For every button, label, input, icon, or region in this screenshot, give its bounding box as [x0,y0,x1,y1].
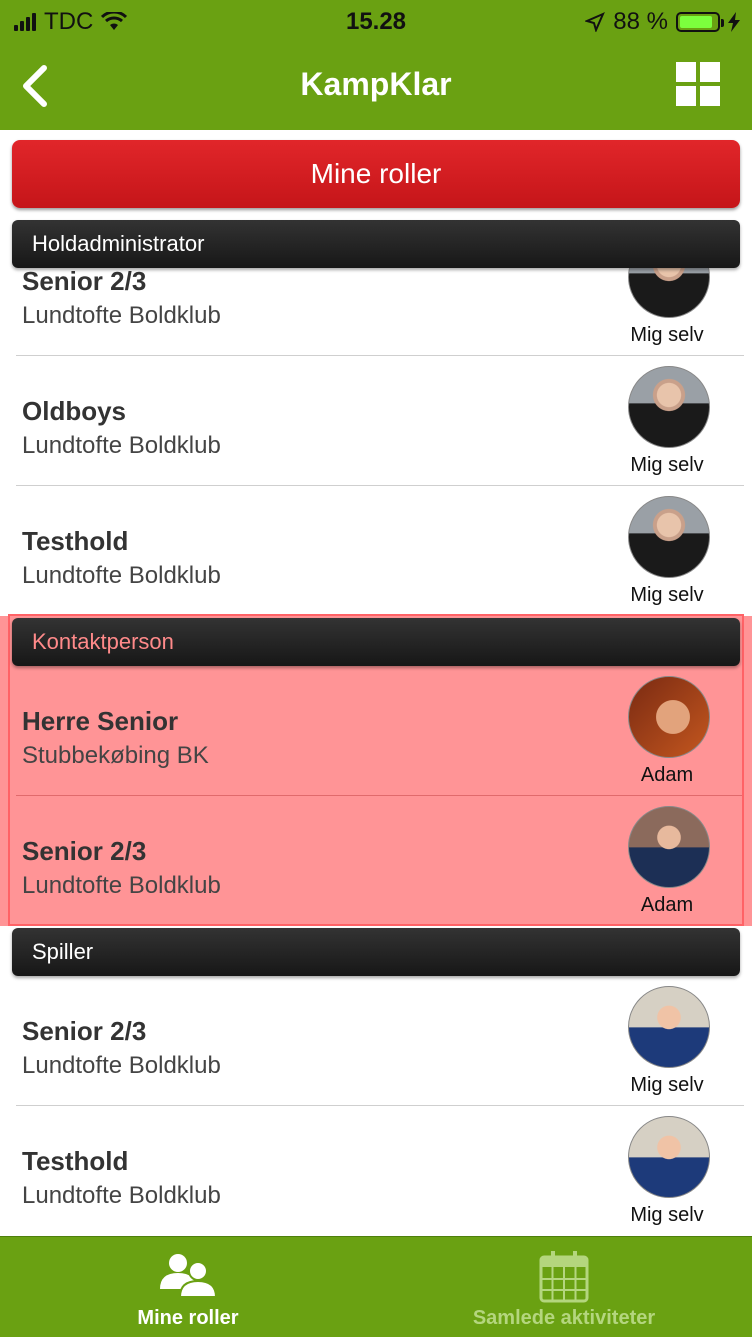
person-name: Mig selv [630,584,704,606]
club-name: Stubbekøbing BK [22,742,209,769]
calendar-icon [539,1251,589,1303]
section-header-kontaktperson: Kontaktperson [12,618,740,666]
list-item[interactable]: Senior 2/3 Lundtofte Boldklub Mig selv [0,976,752,1106]
person-name: Mig selv [630,1074,704,1096]
location-arrow-icon [585,12,606,32]
charging-icon [728,12,740,32]
team-name: Testhold [22,526,129,556]
tab-samlede-aktiviteter[interactable]: Samlede aktiviteter [376,1237,752,1337]
person-name: Mig selv [630,454,704,476]
battery-percent: 88 % [613,8,668,35]
list-item[interactable]: Oldboys Lundtofte Boldklub Mig selv [0,356,752,486]
team-name: Oldboys [22,396,127,426]
avatar [628,806,710,888]
section-header-spiller: Spiller [12,928,740,976]
avatar [628,676,710,758]
person-name: Adam [640,764,694,786]
team-name: Senior 2/3 [22,836,147,866]
avatar [628,366,710,448]
club-name: Lundtofte Boldklub [22,1052,221,1079]
club-name: Lundtofte Boldklub [22,1182,221,1209]
battery-fill [680,16,712,28]
list-item[interactable]: Senior 2/3 Lundtofte Boldklub Adam [0,796,752,926]
mine-roller-button[interactable]: Mine roller [12,140,740,208]
club-name: Lundtofte Boldklub [22,302,221,329]
person-name: Adam [640,894,694,916]
team-name: Herre Senior [22,706,179,736]
club-name: Lundtofte Boldklub [22,872,221,899]
tab-mine-roller[interactable]: Mine roller [0,1237,376,1337]
nav-bar: KampKlar [0,44,752,130]
team-name: Senior 2/3 [22,1016,147,1046]
person-name: Mig selv [630,324,704,346]
club-name: Lundtofte Boldklub [22,562,221,589]
status-right: 88 % [585,8,740,36]
status-bar: TDC 15.28 88 % [0,0,752,44]
avatar [628,1116,710,1198]
team-name: Testhold [22,1146,129,1176]
list-item[interactable]: Testhold Lundtofte Boldklub Mig selv [0,1106,752,1236]
avatar [628,496,710,578]
section-header-holdadministrator: Holdadministrator [12,220,740,268]
grid-menu-icon[interactable] [676,62,720,106]
person-name: Mig selv [630,1204,704,1226]
avatar [628,986,710,1068]
list-item[interactable]: Herre Senior Stubbekøbing BK Adam [0,666,752,796]
tab-label: Samlede aktiviteter [472,1307,656,1329]
battery-icon [676,12,724,32]
club-name: Lundtofte Boldklub [22,432,221,459]
tab-label: Mine roller [137,1307,239,1329]
tab-bar: Mine roller Samlede aktiviteter [0,1236,752,1337]
team-name: Senior 2/3 [22,266,147,296]
users-icon [160,1254,218,1298]
list-item[interactable]: Testhold Lundtofte Boldklub Mig selv [0,486,752,616]
page-title: KampKlar [300,66,452,102]
